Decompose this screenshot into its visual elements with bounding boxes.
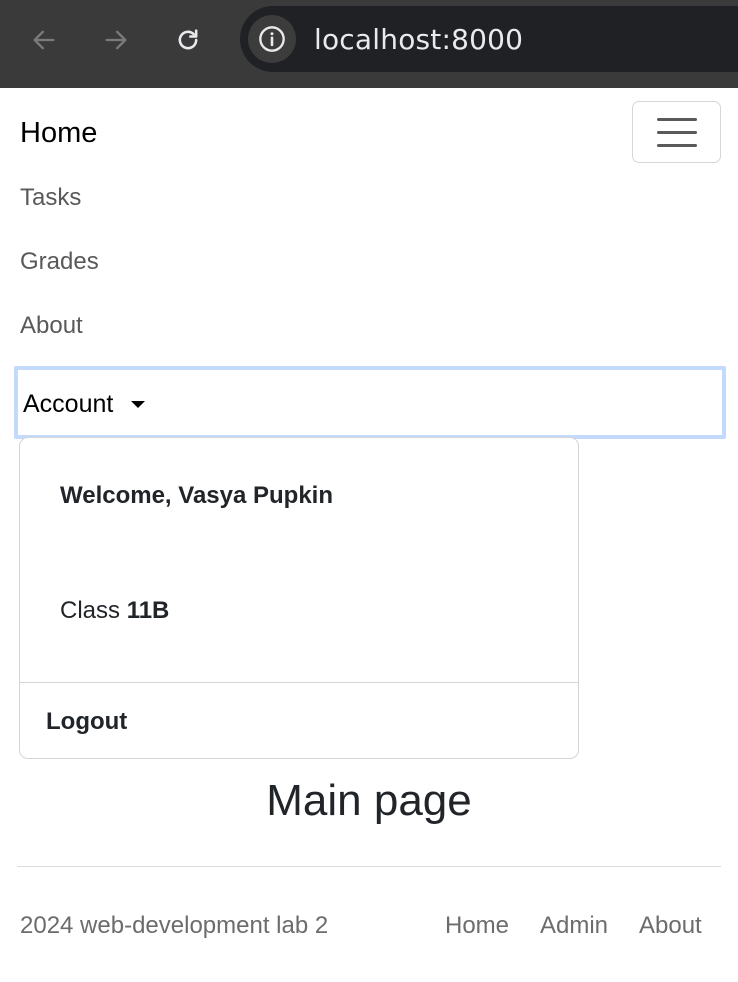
info-icon bbox=[259, 26, 285, 52]
hamburger-menu-icon bbox=[656, 143, 697, 147]
footer-link-admin[interactable]: Admin bbox=[540, 912, 608, 940]
forward-button[interactable] bbox=[96, 20, 136, 60]
footer-copyright: 2024 web-development lab 2 bbox=[20, 912, 329, 939]
class-info: Class 11B bbox=[60, 597, 169, 625]
class-value: 11B bbox=[126, 597, 170, 624]
nav-link-tasks[interactable]: Tasks bbox=[20, 184, 81, 212]
account-dropdown-menu: Welcome, Vasya Pupkin Class 11B Logout bbox=[19, 437, 579, 759]
address-bar[interactable]: localhost:8000 bbox=[240, 6, 738, 72]
caret-down-icon bbox=[131, 401, 145, 408]
back-button[interactable] bbox=[24, 20, 64, 60]
hamburger-menu-icon bbox=[656, 130, 697, 134]
site-info-button[interactable] bbox=[248, 15, 296, 63]
nav-link-grades[interactable]: Grades bbox=[20, 248, 99, 276]
arrow-left-icon bbox=[33, 30, 55, 50]
page-title: Main page bbox=[266, 776, 472, 825]
footer-link-home[interactable]: Home bbox=[445, 912, 509, 940]
footer-link-about[interactable]: About bbox=[639, 912, 702, 940]
account-label: Account bbox=[23, 390, 114, 418]
hamburger-menu-icon bbox=[656, 117, 697, 121]
navbar-toggler-button[interactable] bbox=[632, 101, 721, 163]
logout-button[interactable]: Logout bbox=[46, 708, 127, 736]
account-dropdown-toggle[interactable]: Account bbox=[14, 366, 726, 439]
dropdown-divider bbox=[20, 682, 578, 683]
reload-icon bbox=[178, 29, 198, 50]
arrow-right-icon bbox=[105, 30, 127, 50]
footer-divider bbox=[17, 866, 721, 867]
url-text: localhost:8000 bbox=[314, 23, 524, 56]
browser-toolbar: localhost:8000 bbox=[0, 0, 738, 88]
reload-button[interactable] bbox=[168, 20, 208, 60]
nav-link-about[interactable]: About bbox=[20, 312, 83, 340]
class-prefix: Class bbox=[60, 597, 121, 624]
navbar-brand[interactable]: Home bbox=[20, 117, 97, 150]
welcome-text: Welcome, Vasya Pupkin bbox=[60, 482, 334, 509]
